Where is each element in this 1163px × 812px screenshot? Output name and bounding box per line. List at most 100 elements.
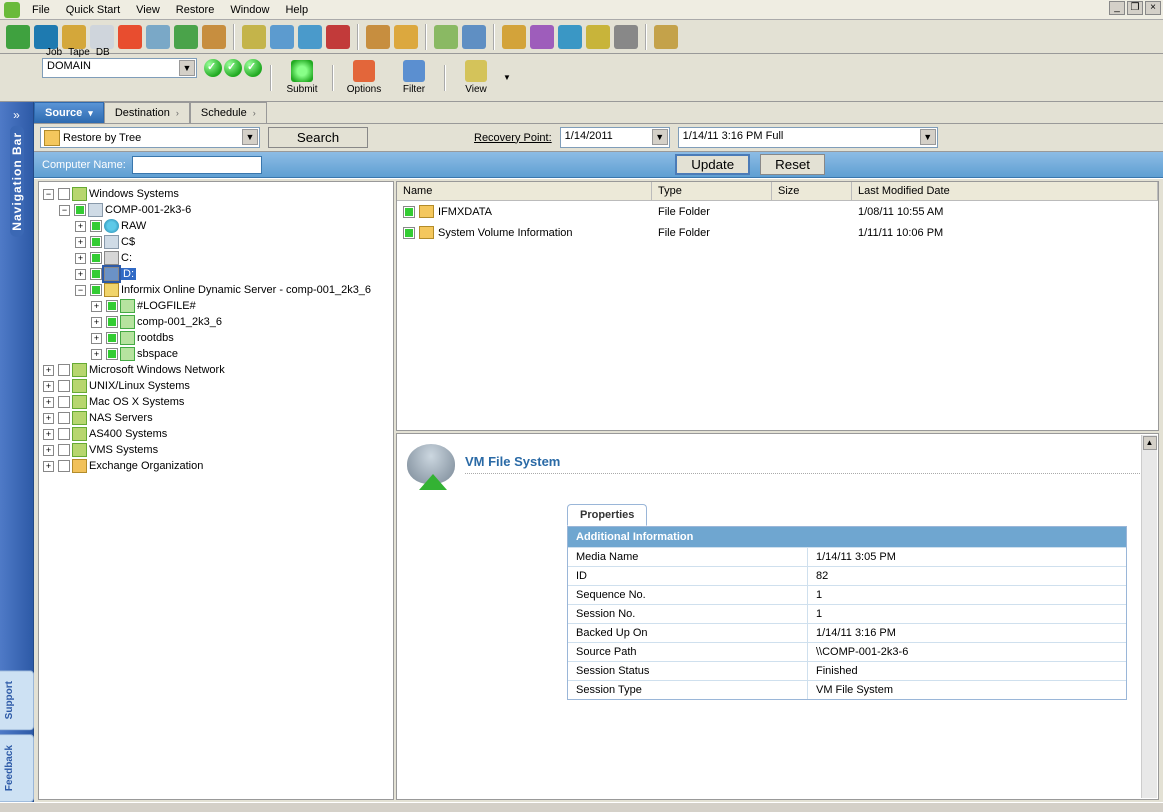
tree-expander[interactable] (43, 381, 54, 392)
toolbar-icon-3[interactable] (62, 25, 86, 49)
toolbar-icon-22[interactable] (654, 25, 678, 49)
minimize-button[interactable]: _ (1109, 1, 1125, 15)
tree-node-raw[interactable]: RAW (121, 220, 146, 232)
col-size[interactable]: Size (772, 182, 852, 200)
tree-checkbox[interactable] (58, 380, 70, 392)
toolbar-icon-15[interactable] (434, 25, 458, 49)
toolbar-icon-17[interactable] (502, 25, 526, 49)
update-button[interactable]: Update (675, 154, 750, 175)
tree-expander[interactable] (91, 317, 102, 328)
tree-expander[interactable] (43, 397, 54, 408)
status-check-db[interactable] (244, 59, 262, 77)
search-button[interactable]: Search (268, 127, 368, 148)
tree-node-as400[interactable]: AS400 Systems (89, 428, 167, 440)
tree-expander[interactable] (43, 413, 54, 424)
toolbar-icon-20[interactable] (586, 25, 610, 49)
tree-expander[interactable] (43, 445, 54, 456)
toolbar-icon-19[interactable] (558, 25, 582, 49)
tab-source[interactable]: Source ▾ (34, 102, 104, 123)
list-checkbox[interactable] (403, 206, 415, 218)
tree-node-exchange[interactable]: Exchange Organization (89, 460, 203, 472)
toolbar-icon-5[interactable] (118, 25, 142, 49)
menu-window[interactable]: Window (222, 2, 277, 18)
tree-expander[interactable] (91, 301, 102, 312)
tree-expander[interactable] (75, 253, 86, 264)
toolbar-icon-10[interactable] (270, 25, 294, 49)
toolbar-icon-4[interactable] (90, 25, 114, 49)
restore-button[interactable]: ❐ (1127, 1, 1143, 15)
status-check-tape[interactable] (224, 59, 242, 77)
menu-quickstart[interactable]: Quick Start (58, 2, 128, 18)
tree-node-comp2[interactable]: comp-001_2k3_6 (137, 316, 222, 328)
tree-node-sbspace[interactable]: sbspace (137, 348, 178, 360)
tree-expander[interactable] (43, 189, 54, 200)
tree-node-logfile[interactable]: #LOGFILE# (137, 300, 196, 312)
computer-name-input[interactable] (132, 156, 262, 174)
view-dropdown-arrow-icon[interactable]: ▼ (503, 73, 511, 82)
tree-expander[interactable] (43, 461, 54, 472)
properties-tab[interactable]: Properties (567, 504, 647, 526)
toolbar-icon-16[interactable] (462, 25, 486, 49)
source-tree[interactable]: Windows Systems COMP-001-2k3-6 RAW C$ C:… (38, 181, 394, 800)
tree-checkbox[interactable] (58, 396, 70, 408)
toolbar-icon-7[interactable] (174, 25, 198, 49)
submit-button[interactable]: Submit (279, 60, 325, 95)
recovery-session-dropdown[interactable]: 1/14/11 3:16 PM Full ▼ (678, 127, 938, 148)
tree-node-c[interactable]: C: (121, 252, 132, 264)
chevron-right-icon[interactable]: » (13, 108, 20, 122)
view-button[interactable]: View (453, 60, 499, 95)
filter-button[interactable]: Filter (391, 60, 437, 95)
scrollbar[interactable]: ▲ (1141, 435, 1157, 798)
tree-expander[interactable] (43, 429, 54, 440)
tree-node-mac[interactable]: Mac OS X Systems (89, 396, 184, 408)
menu-view[interactable]: View (128, 2, 168, 18)
toolbar-icon-14[interactable] (394, 25, 418, 49)
menu-help[interactable]: Help (277, 2, 316, 18)
tree-node-nas[interactable]: NAS Servers (89, 412, 153, 424)
tree-checkbox[interactable] (90, 220, 102, 232)
toolbar-icon-1[interactable] (6, 25, 30, 49)
toolbar-icon-2[interactable] (34, 25, 58, 49)
toolbar-icon-9[interactable] (242, 25, 266, 49)
tree-expander[interactable] (59, 205, 70, 216)
tree-node-d[interactable]: D: (121, 268, 136, 280)
tree-node-vms[interactable]: VMS Systems (89, 444, 158, 456)
tree-checkbox[interactable] (106, 348, 118, 360)
list-checkbox[interactable] (403, 227, 415, 239)
tree-checkbox[interactable] (106, 316, 118, 328)
tree-expander[interactable] (91, 333, 102, 344)
list-item[interactable]: System Volume Information File Folder 1/… (397, 222, 1158, 243)
toolbar-icon-8[interactable] (202, 25, 226, 49)
tree-checkbox[interactable] (74, 204, 86, 216)
tree-checkbox[interactable] (90, 252, 102, 264)
tree-checkbox[interactable] (106, 332, 118, 344)
reset-button[interactable]: Reset (760, 154, 825, 175)
tree-checkbox[interactable] (90, 236, 102, 248)
toolbar-icon-6[interactable] (146, 25, 170, 49)
tree-node-rootdbs[interactable]: rootdbs (137, 332, 174, 344)
tree-checkbox[interactable] (58, 428, 70, 440)
status-check-job[interactable] (204, 59, 222, 77)
tree-expander[interactable] (43, 365, 54, 376)
tree-checkbox[interactable] (106, 300, 118, 312)
scroll-up-icon[interactable]: ▲ (1143, 436, 1157, 450)
tab-schedule[interactable]: Schedule › (190, 102, 267, 123)
tree-node-unix[interactable]: UNIX/Linux Systems (89, 380, 190, 392)
toolbar-icon-13[interactable] (366, 25, 390, 49)
tab-destination[interactable]: Destination › (104, 102, 190, 123)
tree-node-msnet[interactable]: Microsoft Windows Network (89, 364, 225, 376)
tree-checkbox[interactable] (90, 284, 102, 296)
close-button[interactable]: × (1145, 1, 1161, 15)
support-tab[interactable]: Support (0, 670, 34, 730)
tree-checkbox[interactable] (58, 364, 70, 376)
tree-node-computer[interactable]: COMP-001-2k3-6 (105, 204, 191, 216)
toolbar-icon-12[interactable] (326, 25, 350, 49)
tree-node-cshare[interactable]: C$ (121, 236, 135, 248)
col-date[interactable]: Last Modified Date (852, 182, 1158, 200)
menu-file[interactable]: File (24, 2, 58, 18)
tree-checkbox[interactable] (58, 412, 70, 424)
tree-expander[interactable] (75, 285, 86, 296)
tree-node-informix[interactable]: Informix Online Dynamic Server - comp-00… (121, 284, 371, 296)
options-button[interactable]: Options (341, 60, 387, 95)
list-item[interactable]: IFMXDATA File Folder 1/08/11 10:55 AM (397, 201, 1158, 222)
